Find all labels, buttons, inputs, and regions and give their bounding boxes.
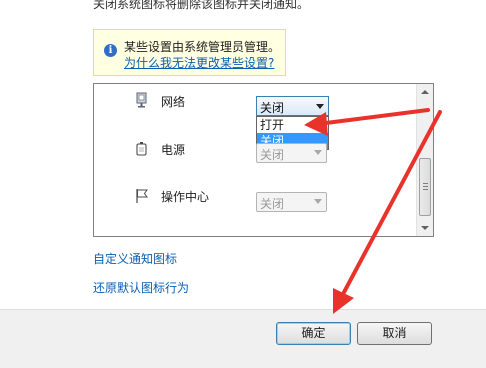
red-arrow-icon — [333, 110, 442, 314]
annotation-arrows — [304, 108, 442, 314]
red-arrow-icon — [304, 108, 430, 136]
